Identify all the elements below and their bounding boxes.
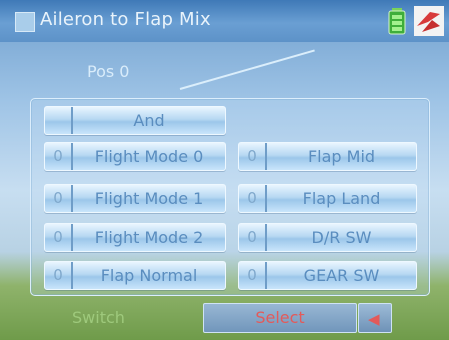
button-label: Flight Mode 2 — [94, 228, 204, 247]
logo-icon — [414, 6, 444, 36]
back-button[interactable]: ◀ — [358, 303, 392, 333]
gear-sw-button[interactable]: 0 GEAR SW — [238, 261, 417, 290]
menu-icon — [15, 12, 35, 32]
button-value: 0 — [45, 262, 73, 289]
title-bar: Aileron to Flap Mix — [0, 0, 449, 42]
position-label: Pos 0 — [87, 62, 130, 81]
flap-normal-button[interactable]: 0 Flap Normal — [44, 261, 226, 290]
button-value: 0 — [239, 262, 267, 289]
button-value: 0 — [239, 224, 267, 251]
flight-mode-0-button[interactable]: 0 Flight Mode 0 — [44, 142, 226, 171]
flight-mode-2-button[interactable]: 0 Flight Mode 2 — [44, 223, 226, 252]
battery-icon — [388, 7, 406, 35]
button-label: Flight Mode 1 — [94, 189, 204, 208]
button-label: GEAR SW — [303, 266, 380, 285]
button-label: Flight Mode 0 — [94, 147, 204, 166]
and-prefix — [45, 107, 73, 134]
button-label: Flap Land — [302, 189, 381, 208]
and-button[interactable]: And — [44, 106, 226, 135]
button-label: Flap Mid — [307, 147, 376, 166]
dr-sw-button[interactable]: 0 D/R SW — [238, 223, 417, 252]
button-value: 0 — [45, 224, 73, 251]
page-title: Aileron to Flap Mix — [40, 9, 211, 30]
and-label: And — [133, 111, 165, 130]
switch-select-panel: And 0 Flight Mode 0 0 Flap Mid 0 Flight … — [30, 98, 430, 296]
button-value: 0 — [239, 185, 267, 212]
switch-label: Switch — [72, 308, 125, 327]
select-button[interactable]: Select — [203, 303, 357, 333]
button-label: D/R SW — [311, 228, 372, 247]
back-arrow-icon: ◀ — [368, 310, 380, 328]
position-indicator-line — [179, 49, 315, 90]
flap-mid-button[interactable]: 0 Flap Mid — [238, 142, 417, 171]
button-label: Flap Normal — [100, 266, 198, 285]
flap-land-button[interactable]: 0 Flap Land — [238, 184, 417, 213]
button-value: 0 — [239, 143, 267, 170]
flight-mode-1-button[interactable]: 0 Flight Mode 1 — [44, 184, 226, 213]
button-value: 0 — [45, 185, 73, 212]
screen: Aileron to Flap Mix Pos 0 And 0 Flight M… — [0, 0, 449, 340]
button-value: 0 — [45, 143, 73, 170]
select-label: Select — [255, 308, 305, 327]
